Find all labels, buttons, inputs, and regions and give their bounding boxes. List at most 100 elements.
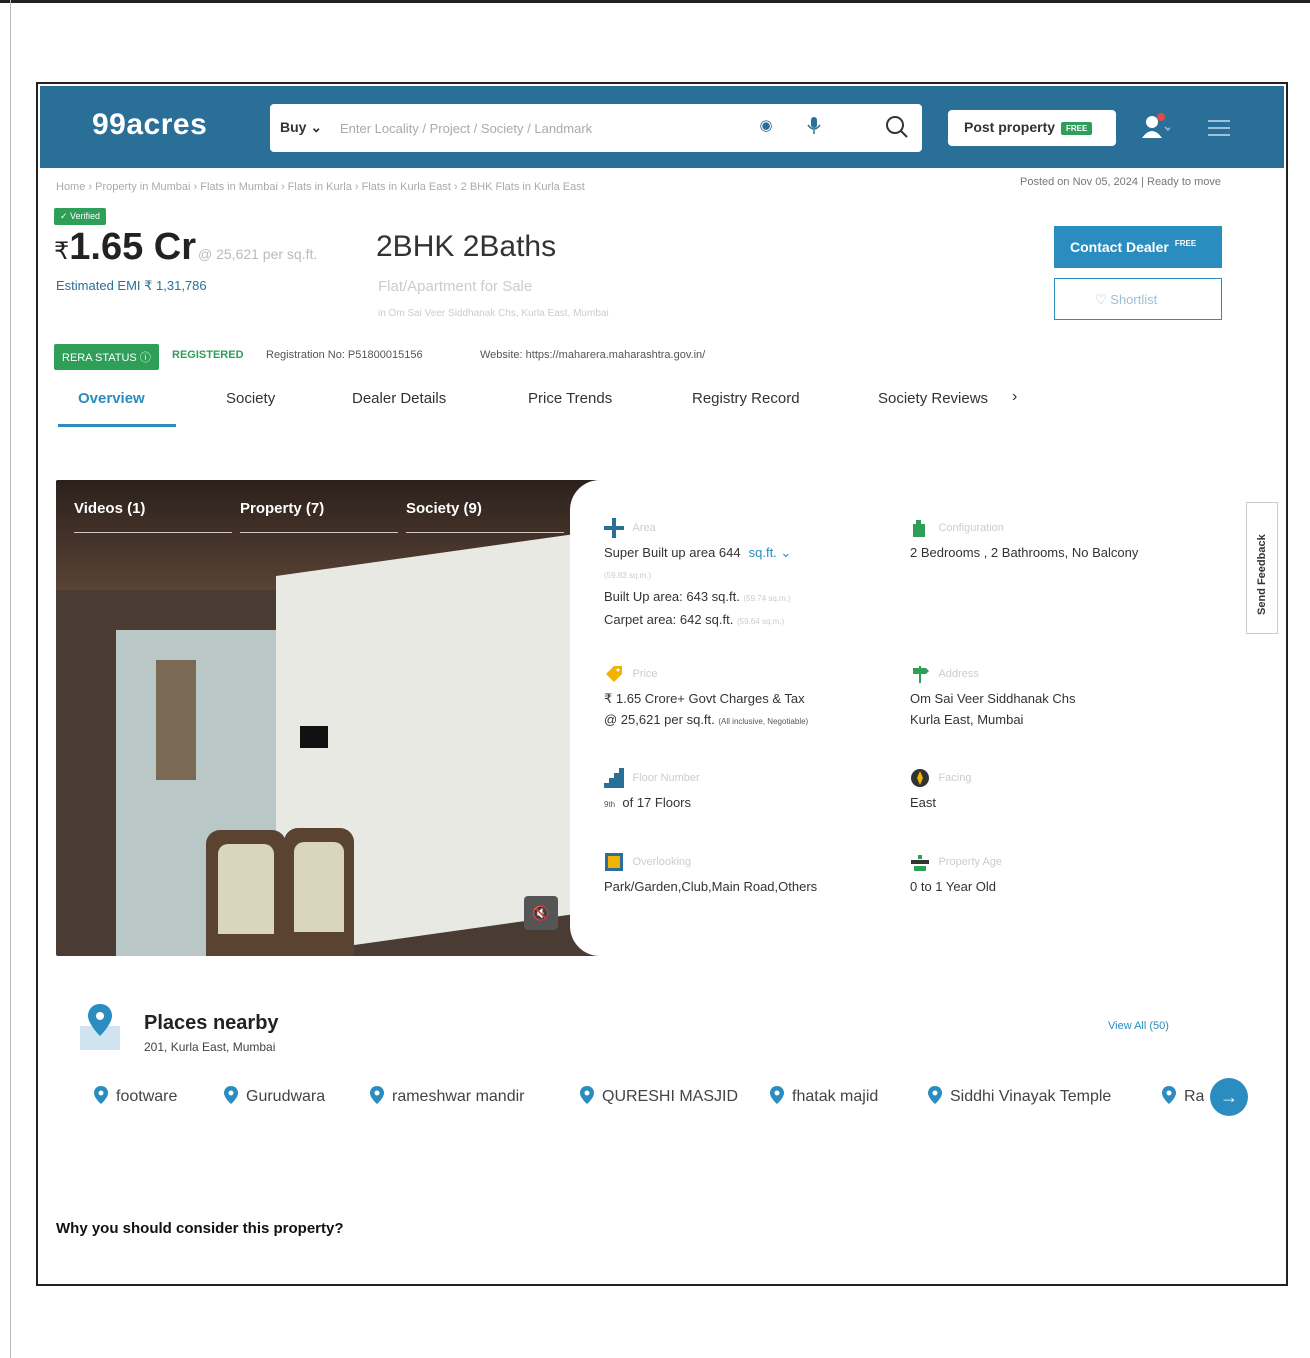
price-per-sqft-line: @ 25,621 per sq.ft.	[604, 712, 715, 727]
places-nearby-header: Places nearby 201, Kurla East, Mumbai	[78, 1002, 378, 1062]
price-per-sqft: @ 25,621 per sq.ft.	[198, 246, 318, 262]
mute-icon[interactable]: 🔇	[524, 896, 558, 930]
address-line: Om Sai Veer Siddhanak Chs	[910, 691, 1076, 706]
detail-label: Facing	[938, 772, 972, 784]
place-chip[interactable]: footware	[94, 1086, 177, 1106]
detail-label: Overlooking	[632, 856, 692, 868]
price-line: ₹ 1.65 Crore+ Govt Charges & Tax	[604, 691, 805, 706]
rera-registered-text: REGISTERED	[172, 349, 244, 361]
shortlist-label: Shortlist	[1110, 292, 1158, 307]
place-chip[interactable]: fhatak majid	[770, 1086, 878, 1106]
detail-value: East	[910, 795, 937, 810]
detail-label: Floor Number	[632, 772, 700, 784]
media-tab-property[interactable]: Property (7)	[240, 500, 324, 517]
floor-number: 9th	[604, 800, 616, 809]
breadcrumb[interactable]: Home › Property in Mumbai › Flats in Mum…	[56, 181, 585, 193]
location-pin-icon	[928, 1086, 942, 1104]
send-feedback-button[interactable]: Send Feedback	[1246, 502, 1278, 634]
location-pin-icon	[580, 1086, 594, 1104]
place-chip[interactable]: QURESHI MASJID	[580, 1086, 738, 1106]
send-feedback-label: Send Feedback	[1256, 534, 1268, 615]
contact-dealer-label: Contact Dealer	[1070, 239, 1169, 255]
microphone-icon[interactable]	[805, 116, 823, 136]
rera-status-badge[interactable]: RERA STATUS ⓘ	[54, 344, 159, 370]
location-target-icon[interactable]: ◉	[757, 117, 775, 135]
detail-overlooking: Overlooking Park/Garden,Club,Main Road,O…	[604, 852, 904, 897]
detail-price: Price ₹ 1.65 Crore+ Govt Charges & Tax @…	[604, 664, 904, 732]
building-age-icon	[911, 855, 929, 871]
area-icon	[604, 518, 624, 538]
media-tab-society[interactable]: Society (9)	[406, 500, 482, 517]
page-top-border	[0, 0, 1310, 3]
hamburger-menu-icon[interactable]	[1208, 120, 1230, 138]
why-consider-heading: Why you should consider this property?	[56, 1220, 344, 1237]
rera-badge-label: RERA STATUS	[62, 352, 137, 364]
tab-society[interactable]: Society	[226, 390, 275, 407]
configuration-icon	[913, 520, 925, 537]
photo-chair	[206, 830, 286, 956]
location-pin-icon	[224, 1086, 238, 1104]
location-pin-icon	[1162, 1086, 1176, 1104]
places-list: footware Gurudwara rameshwar mandir QURE…	[94, 1084, 1204, 1114]
detail-value: 2 Bedrooms , 2 Bathrooms, No Balcony	[910, 545, 1139, 560]
view-all-places-link[interactable]: View All (50)	[1108, 1020, 1169, 1032]
total-floors: of 17 Floors	[622, 795, 692, 810]
place-chip[interactable]: rameshwar mandir	[370, 1086, 524, 1106]
media-tab-videos[interactable]: Videos (1)	[74, 500, 145, 517]
carpet-area-sqm: (59.64 sq.m.)	[736, 617, 785, 626]
map-pin-icon	[80, 1004, 120, 1050]
detail-label: Property Age	[938, 856, 1003, 868]
location-pin-icon	[94, 1086, 108, 1104]
place-chip[interactable]: Ra	[1162, 1086, 1204, 1106]
tab-price-trends[interactable]: Price Trends	[528, 390, 612, 407]
search-bar: Buy ⌄ ◉	[270, 104, 922, 152]
heart-icon: ♡	[1095, 292, 1111, 307]
built-up-area: Built Up area: 643 sq.ft.	[604, 589, 740, 604]
media-tabs: Videos (1) Property (7) Society (9)	[56, 498, 608, 538]
detail-facing: Facing East	[910, 768, 1210, 813]
listing-location: in Om Sai Veer Siddhanak Chs, Kurla East…	[378, 308, 609, 319]
super-area: Super Built up area 644	[604, 545, 741, 560]
tab-registry-record[interactable]: Registry Record	[692, 390, 800, 407]
rupee-symbol: ₹	[54, 238, 70, 265]
site-header: 99acres Buy ⌄ ◉ Post property FREE	[40, 86, 1284, 168]
detail-address: Address Om Sai Veer Siddhanak Chs Kurla …	[910, 664, 1210, 730]
tab-society-reviews[interactable]: Society Reviews	[878, 390, 988, 407]
place-name: footware	[116, 1088, 178, 1105]
search-input[interactable]	[340, 114, 740, 142]
detail-label: Configuration	[938, 522, 1004, 534]
shortlist-button[interactable]: ♡ Shortlist	[1054, 278, 1222, 320]
detail-property-age: Property Age 0 to 1 Year Old	[910, 852, 1210, 897]
place-name: Siddhi Vinayak Temple	[950, 1088, 1112, 1105]
places-next-arrow-icon[interactable]: →	[1210, 1078, 1248, 1116]
rera-info: RERA STATUS ⓘ REGISTERED Registration No…	[54, 344, 1024, 370]
rera-website-link[interactable]: Website: https://maharera.maharashtra.go…	[480, 349, 705, 361]
detail-value: Super Built up area 644 sq.ft. ⌄ (59.83 s…	[604, 542, 904, 632]
place-chip[interactable]: Siddhi Vinayak Temple	[928, 1086, 1111, 1106]
listing-title: 2BHK 2Baths	[376, 230, 557, 263]
window-view-icon	[605, 853, 623, 871]
search-icon[interactable]	[884, 114, 910, 140]
tab-overview[interactable]: Overview	[78, 390, 145, 407]
verified-badge: ✓ Verified	[54, 208, 107, 225]
estimated-emi-link[interactable]: Estimated EMI ₹ 1,31,786	[56, 278, 207, 294]
tabs-next-chevron-icon[interactable]: ›	[1012, 388, 1017, 406]
detail-value: ₹ 1.65 Crore+ Govt Charges & Tax @ 25,62…	[604, 688, 904, 732]
tab-dealer-details[interactable]: Dealer Details	[352, 390, 446, 407]
places-nearby-title: Places nearby	[144, 1012, 279, 1034]
place-chip[interactable]: Gurudwara	[224, 1086, 325, 1106]
property-details: Area Super Built up area 644 sq.ft. ⌄ (59…	[600, 504, 1280, 924]
price-value: 1.65 Cr	[69, 226, 197, 268]
listing-subtitle: Flat/Apartment for Sale	[378, 278, 533, 295]
place-name: QURESHI MASJID	[602, 1088, 739, 1105]
media-gallery[interactable]: Videos (1) Property (7) Society (9) 🔇	[56, 480, 608, 956]
buy-dropdown[interactable]: Buy ⌄	[280, 119, 322, 136]
carpet-area: Carpet area: 642 sq.ft.	[604, 612, 734, 627]
free-badge: FREE	[1174, 239, 1197, 248]
user-account-icon[interactable]	[1140, 112, 1170, 142]
detail-floor: Floor Number 9th of 17 Floors	[604, 768, 904, 815]
contact-dealer-button[interactable]: Contact Dealer FREE	[1054, 226, 1222, 268]
site-logo[interactable]: 99acres	[92, 108, 207, 142]
post-property-button[interactable]: Post property FREE	[948, 110, 1116, 146]
area-unit-dropdown[interactable]: sq.ft. ⌄	[749, 545, 792, 560]
